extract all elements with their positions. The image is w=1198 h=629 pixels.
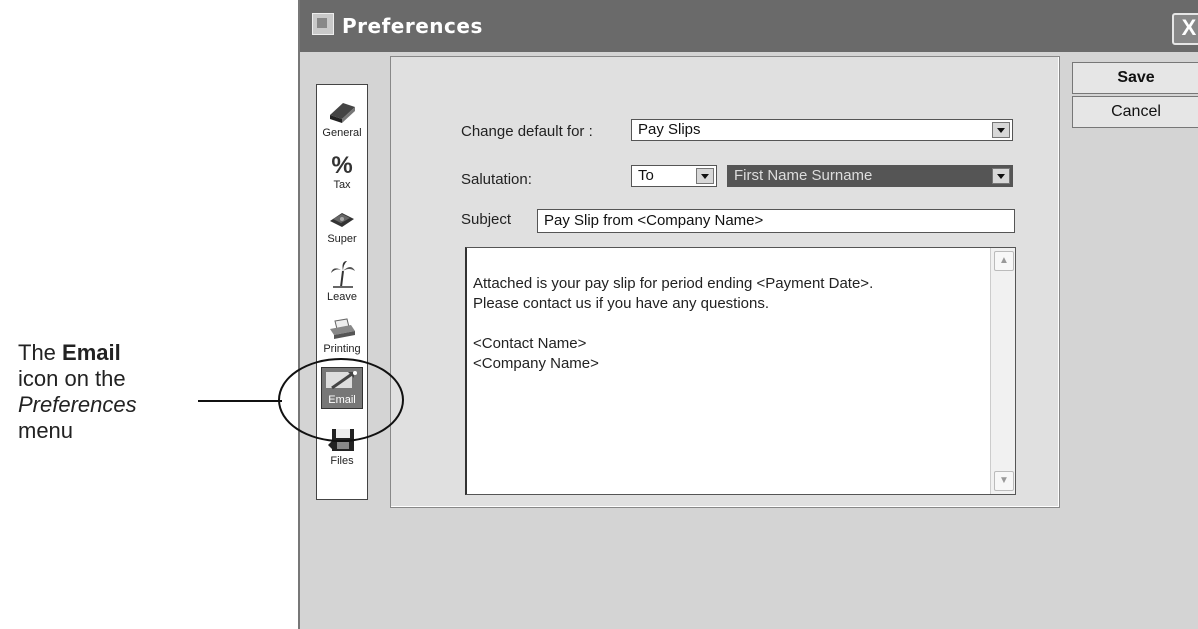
name-format-dropdown[interactable]: First Name Surname [727,165,1013,187]
email-preferences-panel: Change default for : Pay Slips Salutatio… [390,56,1060,508]
sidebar-item-super[interactable]: Super [317,207,367,245]
body-line: Please contact us if you have any questi… [473,295,770,312]
money-icon [330,213,354,227]
dropdown-arrow-icon[interactable] [696,168,714,184]
callout-text-italic: Preferences [18,392,137,417]
palm-tree-icon [331,261,355,288]
vertical-scrollbar[interactable]: ▲ ▼ [990,248,1015,494]
sidebar-item-label: Super [327,233,357,245]
sidebar-item-leave[interactable]: Leave [317,259,367,303]
sidebar-item-general[interactable]: General [317,99,367,139]
body-line: <Company Name> [473,355,599,372]
change-default-dropdown[interactable]: Pay Slips [631,119,1013,141]
title-bar[interactable]: Preferences X [300,0,1198,52]
subject-value: Pay Slip from <Company Name> [544,212,764,229]
salutation-value: To [638,167,654,184]
callout-line-1: The Email [18,340,188,366]
percent-icon: % [331,152,353,179]
sidebar-item-label: Leave [327,291,357,303]
callout-pointer-line [198,400,282,402]
sidebar-item-label: Files [330,455,354,467]
sidebar-item-label: Tax [333,179,351,191]
body-line: <Contact Name> [473,335,587,352]
dropdown-arrow-icon[interactable] [992,122,1010,138]
cancel-button[interactable]: Cancel [1072,96,1198,128]
preferences-window: Preferences X General % Tax Super Leave … [298,0,1198,629]
printer-icon [330,318,355,339]
subject-label: Subject [461,211,512,228]
sidebar-item-label: General [322,127,362,139]
book-icon [330,103,355,123]
body-line [473,314,873,334]
sidebar-item-tax[interactable]: % Tax [317,152,367,192]
save-button[interactable]: Save [1072,62,1198,94]
callout-line-4: menu [18,418,74,443]
email-body-text: Attached is your pay slip for period end… [473,274,873,374]
callout-text-bold: Email [62,340,121,365]
sidebar-item-printing[interactable]: Printing [317,317,367,355]
dropdown-arrow-icon[interactable] [992,168,1010,184]
callout-line-3: Preferences [18,392,188,418]
email-body-textarea[interactable]: Attached is your pay slip for period end… [465,247,1016,495]
body-line: Attached is your pay slip for period end… [473,275,874,292]
scroll-up-icon[interactable]: ▲ [994,251,1014,271]
close-button[interactable]: X [1172,13,1198,45]
callout-highlight-circle [278,358,404,442]
callout-line-2: icon on the [18,366,126,391]
salutation-label: Salutation: [461,171,532,188]
email-icon-callout: The Email icon on the Preferences menu [18,340,188,444]
salutation-dropdown[interactable]: To [631,165,717,187]
scroll-down-icon[interactable]: ▼ [994,471,1014,491]
subject-field[interactable]: Pay Slip from <Company Name> [537,209,1015,233]
window-title: Preferences [342,14,483,38]
change-default-value: Pay Slips [638,121,701,138]
app-icon [312,13,334,35]
name-format-value: First Name Surname [734,167,873,184]
sidebar-item-label: Printing [323,343,361,355]
callout-text-pre: The [18,340,63,365]
change-default-label: Change default for : [461,123,593,140]
